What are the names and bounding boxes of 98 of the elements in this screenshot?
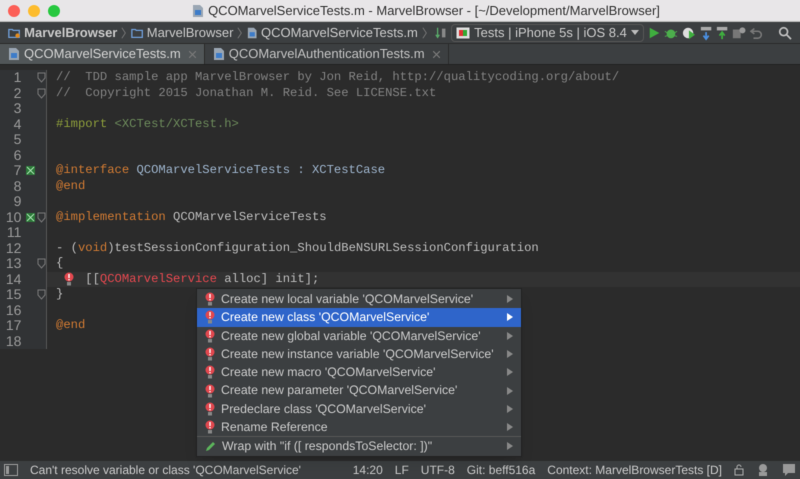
line-number: 2: [12, 86, 22, 101]
search-icon[interactable]: [778, 24, 792, 40]
line-number: 18: [4, 334, 22, 349]
lightbulb-icon: [205, 310, 215, 324]
line-number: 12: [4, 240, 22, 256]
line-number: 15: [4, 287, 22, 302]
lightbulb-icon: [205, 347, 215, 362]
encoding-selector[interactable]: UTF-8: [420, 461, 455, 479]
close-icon[interactable]: [432, 50, 440, 58]
lightbulb-icon: [205, 384, 215, 398]
context-selector[interactable]: Context: MarvelBrowserTests [D]: [547, 461, 722, 479]
lock-icon[interactable]: [734, 464, 744, 476]
pencil-icon: [205, 440, 216, 452]
lightbulb-icon: [205, 365, 215, 380]
quick-fix-item[interactable]: Create new global variable 'QCOMarvelService': [197, 326, 521, 345]
code-line: @interface QCOMarvelServiceTests : XCTestCase: [56, 163, 386, 178]
close-window-button[interactable]: [8, 4, 20, 16]
breadcrumb-item[interactable]: MarvelBrowser: [24, 22, 118, 42]
code-line: #import <XCTest/XCTest.h>: [56, 116, 239, 132]
line-number: 17: [4, 318, 22, 334]
quick-fix-item[interactable]: Create new parameter 'QCOMarvelService': [197, 381, 521, 400]
line-number: 9: [12, 194, 22, 210]
fold-icon[interactable]: [36, 88, 46, 99]
folder-icon: [130, 26, 143, 38]
cursor-position[interactable]: 14:20: [352, 461, 383, 479]
run-icon[interactable]: [648, 26, 660, 40]
chevron-icon: [237, 26, 243, 40]
lightbulb-icon: [205, 420, 215, 434]
line-number: 13: [4, 256, 22, 272]
fold-icon[interactable]: [36, 72, 46, 84]
inspector-icon[interactable]: [756, 463, 770, 477]
related-file-icon[interactable]: [26, 166, 35, 176]
file-icon: [192, 4, 204, 18]
sort-icon[interactable]: [434, 26, 448, 40]
file-icon: [246, 26, 258, 40]
lightbulb-icon: [205, 292, 215, 306]
quick-fix-item[interactable]: Create new macro 'QCOMarvelService': [197, 363, 521, 382]
line-number: 1: [12, 70, 22, 86]
submenu-arrow-icon: [507, 404, 513, 413]
vcs-commit-icon[interactable]: [716, 24, 728, 40]
chat-icon[interactable]: [782, 463, 796, 477]
quick-fix-item[interactable]: Create new instance variable 'QCOMarvelService': [197, 344, 521, 364]
submenu-arrow-icon: [507, 423, 513, 432]
breadcrumb-item[interactable]: MarvelBrowser: [146, 22, 234, 42]
line-number: 10: [4, 210, 22, 225]
code-line: }: [56, 287, 64, 302]
chevron-icon: [121, 26, 127, 40]
quick-fix-item[interactable]: Predeclare class 'QCOMarvelService': [197, 400, 521, 418]
fold-icon[interactable]: [36, 289, 46, 300]
code-line: - (void)testSessionConfiguration_ShouldBeNSURLSessionConfiguration: [56, 240, 539, 256]
file-icon: [8, 47, 20, 61]
line-number: 8: [12, 178, 22, 194]
line-number: 4: [12, 116, 22, 132]
status-message: Can't resolve variable or class 'QCOMarvelService': [30, 462, 302, 479]
quick-fix-item[interactable]: Create new class 'QCOMarvelService': [197, 308, 521, 327]
panel-toggle-icon[interactable]: [4, 464, 18, 476]
line-number: 3: [12, 101, 22, 116]
chevron-icon: [422, 26, 427, 40]
related-file-icon[interactable]: [26, 212, 35, 222]
run-configuration-dropdown[interactable]: Tests | iPhone 5s | iOS 8.4: [451, 24, 644, 42]
submenu-arrow-icon: [507, 368, 513, 376]
submenu-arrow-icon: [507, 442, 513, 450]
undo-icon[interactable]: [750, 26, 762, 40]
line-number: 7: [12, 163, 22, 178]
code-line: [[QCOMarvelService alloc] init];: [56, 272, 320, 287]
code-line: // Copyright 2015 Jonathan M. Reid. See LICENSE.txt: [56, 86, 436, 101]
submenu-arrow-icon: [507, 350, 513, 358]
submenu-arrow-icon: [507, 332, 513, 340]
line-number: 14: [4, 272, 22, 287]
window-title: QCOMarvelServiceTests.m - MarvelBrowser - [~/Development/MarvelBrowser]: [208, 2, 660, 20]
line-separator-selector[interactable]: LF: [394, 461, 409, 479]
code-line: @end: [56, 318, 86, 334]
code-line: // TDD sample app MarvelBrowser by Jon Reid, http://qualitycoding.org/about/: [56, 70, 620, 86]
submenu-arrow-icon: [507, 386, 513, 395]
editor-tab[interactable]: QCOMarvelServiceTests.m: [0, 44, 205, 64]
line-number: 6: [12, 148, 22, 163]
lightbulb-icon: [205, 402, 215, 416]
quick-fix-item[interactable]: Create new local variable 'QCOMarvelService': [197, 290, 521, 308]
file-icon: [212, 47, 225, 61]
fold-icon[interactable]: [36, 258, 46, 270]
quick-fix-item[interactable]: Wrap with "if ([ respondsToSelector: ])": [197, 436, 521, 455]
quick-fix-item[interactable]: Rename Reference: [197, 418, 521, 436]
line-number: 5: [12, 132, 22, 148]
line-number: 16: [4, 302, 22, 318]
caret-icon: [630, 30, 639, 36]
code-line: @implementation QCOMarvelServiceTests: [56, 210, 327, 225]
submenu-arrow-icon: [507, 313, 513, 322]
windows-icon[interactable]: [732, 26, 746, 40]
target-icon: [456, 26, 470, 38]
breadcrumb-item[interactable]: QCOMarvelServiceTests.m: [261, 22, 418, 42]
git-branch-selector[interactable]: Git: beff516a: [466, 461, 536, 479]
submenu-arrow-icon: [507, 295, 513, 304]
code-line: @end: [56, 178, 86, 194]
line-number: 11: [6, 225, 22, 240]
folder-icon: [8, 26, 20, 38]
vcs-update-icon[interactable]: [700, 24, 712, 40]
lightbulb-icon: [205, 328, 215, 343]
code-line: {: [56, 256, 64, 272]
